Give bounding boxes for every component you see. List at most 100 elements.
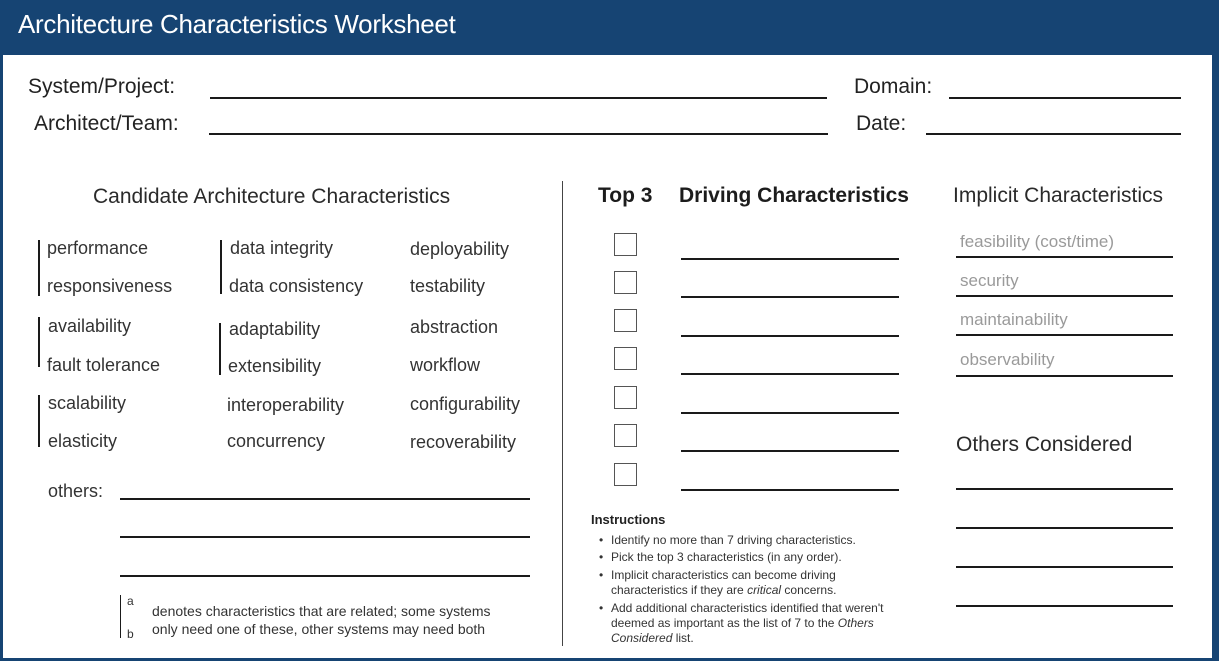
domain-underline xyxy=(949,97,1181,99)
date-underline xyxy=(926,133,1181,135)
others-label: others: xyxy=(48,481,104,501)
related-bar xyxy=(38,395,40,447)
others-considered-input-1[interactable] xyxy=(957,467,1173,487)
characteristic-item: abstraction xyxy=(410,317,499,337)
legend-text-line-1: denotes characteristics that are related… xyxy=(152,603,491,619)
instruction-item-continued: Considered list. xyxy=(611,631,694,646)
driving-characteristic-input[interactable] xyxy=(682,468,898,488)
driving-characteristic-input[interactable] xyxy=(682,352,898,372)
driving-characteristic-input[interactable] xyxy=(682,429,898,449)
top3-checkbox[interactable] xyxy=(614,233,637,256)
related-bar xyxy=(38,240,40,296)
implicit-item: observability xyxy=(960,350,1055,369)
characteristic-item: data consistency xyxy=(229,276,364,296)
system-project-underline xyxy=(210,97,827,99)
others-considered-underline xyxy=(956,527,1173,529)
domain-label: Domain: xyxy=(854,75,933,98)
architect-team-input[interactable] xyxy=(211,111,828,133)
others-considered-underline xyxy=(956,605,1173,607)
date-input[interactable] xyxy=(927,111,1180,133)
bullet-icon: • xyxy=(599,568,604,582)
characteristic-item: concurrency xyxy=(227,431,326,451)
characteristic-item: workflow xyxy=(410,355,481,375)
characteristic-item: elasticity xyxy=(48,431,118,451)
implicit-underline xyxy=(956,375,1173,377)
driving-characteristic-underline xyxy=(681,412,899,414)
title-bar: Architecture Characteristics Worksheet xyxy=(0,0,1219,55)
legend-letter-b: b xyxy=(127,627,134,641)
top3-checkbox[interactable] xyxy=(614,271,637,294)
bullet-icon: • xyxy=(599,601,604,615)
others-considered-input-2[interactable] xyxy=(957,506,1173,526)
page-title: Architecture Characteristics Worksheet xyxy=(18,9,456,39)
others-considered-input-3[interactable] xyxy=(957,545,1173,565)
driving-heading: Driving Characteristics xyxy=(679,184,909,207)
driving-characteristic-underline xyxy=(681,296,899,298)
driving-characteristic-input[interactable] xyxy=(682,237,898,257)
implicit-item: feasibility (cost/time) xyxy=(960,232,1114,251)
top3-checkbox[interactable] xyxy=(614,309,637,332)
related-bar xyxy=(38,317,40,367)
implicit-underline xyxy=(956,334,1173,336)
characteristic-item: recoverability xyxy=(410,432,517,452)
top3-checkbox[interactable] xyxy=(614,347,637,370)
characteristic-item: configurability xyxy=(410,394,521,414)
others-underline xyxy=(120,536,530,538)
implicit-item: maintainability xyxy=(960,310,1068,329)
instruction-emphasis: Others xyxy=(837,616,874,630)
others-considered-underline xyxy=(956,566,1173,568)
instruction-text: list. xyxy=(672,631,694,645)
domain-input[interactable] xyxy=(950,75,1180,97)
others-considered-input-4[interactable] xyxy=(957,584,1173,604)
others-input-2[interactable] xyxy=(121,517,529,537)
driving-characteristic-underline xyxy=(681,450,899,452)
instruction-text: concerns. xyxy=(781,583,837,597)
top3-heading: Top 3 xyxy=(598,184,653,207)
others-considered-heading: Others Considered xyxy=(956,433,1133,456)
instruction-item-continued: deemed as important as the list of 7 to … xyxy=(611,616,874,631)
characteristic-item: availability xyxy=(48,316,132,336)
top3-checkbox[interactable] xyxy=(614,386,637,409)
driving-characteristic-input[interactable] xyxy=(682,275,898,295)
others-input-3[interactable] xyxy=(121,555,529,575)
characteristic-item: interoperability xyxy=(227,395,345,415)
system-project-input[interactable] xyxy=(211,75,827,97)
instructions-title: Instructions xyxy=(591,512,666,527)
instruction-item: Pick the top 3 characteristics (in any o… xyxy=(611,550,842,564)
architect-team-label: Architect/Team: xyxy=(34,112,179,135)
instruction-item: Implicit characteristics can become driv… xyxy=(611,568,836,582)
driving-characteristic-underline xyxy=(681,489,899,491)
related-bar xyxy=(220,240,222,294)
instruction-text: characteristics if they are xyxy=(611,583,748,597)
top3-checkbox[interactable] xyxy=(614,463,637,486)
bullet-icon: • xyxy=(599,533,604,547)
characteristic-item: performance xyxy=(47,238,149,258)
date-label: Date: xyxy=(856,112,907,135)
legend-bar xyxy=(120,595,121,638)
characteristic-item: fault tolerance xyxy=(47,355,161,375)
candidate-heading: Candidate Architecture Characteristics xyxy=(93,185,451,208)
others-input-1[interactable] xyxy=(121,479,529,499)
others-underline xyxy=(120,498,530,500)
worksheet: System/Project: Architect/Team: Domain: … xyxy=(3,55,1212,658)
legend-text-line-2: only need one of these, other systems ma… xyxy=(152,621,486,637)
related-bar xyxy=(219,323,221,375)
top3-checkbox[interactable] xyxy=(614,424,637,447)
driving-characteristic-input[interactable] xyxy=(682,391,898,411)
driving-characteristic-underline xyxy=(681,335,899,337)
instruction-item: Identify no more than 7 driving characte… xyxy=(611,533,856,547)
system-project-label: System/Project: xyxy=(28,75,176,98)
instruction-item-continued: characteristics if they are critical con… xyxy=(611,583,836,598)
instruction-item: Add additional characteristics identifie… xyxy=(611,601,884,615)
section-divider xyxy=(562,181,563,646)
others-considered-underline xyxy=(956,488,1173,490)
implicit-heading: Implicit Characteristics xyxy=(953,184,1164,207)
instruction-emphasis: critical xyxy=(747,583,782,597)
bullet-icon: • xyxy=(599,550,604,564)
implicit-underline xyxy=(956,256,1173,258)
implicit-underline xyxy=(956,295,1173,297)
implicit-item: security xyxy=(960,271,1019,290)
driving-characteristic-input[interactable] xyxy=(682,314,898,334)
architect-team-underline xyxy=(209,133,828,135)
characteristic-item: testability xyxy=(410,276,486,296)
